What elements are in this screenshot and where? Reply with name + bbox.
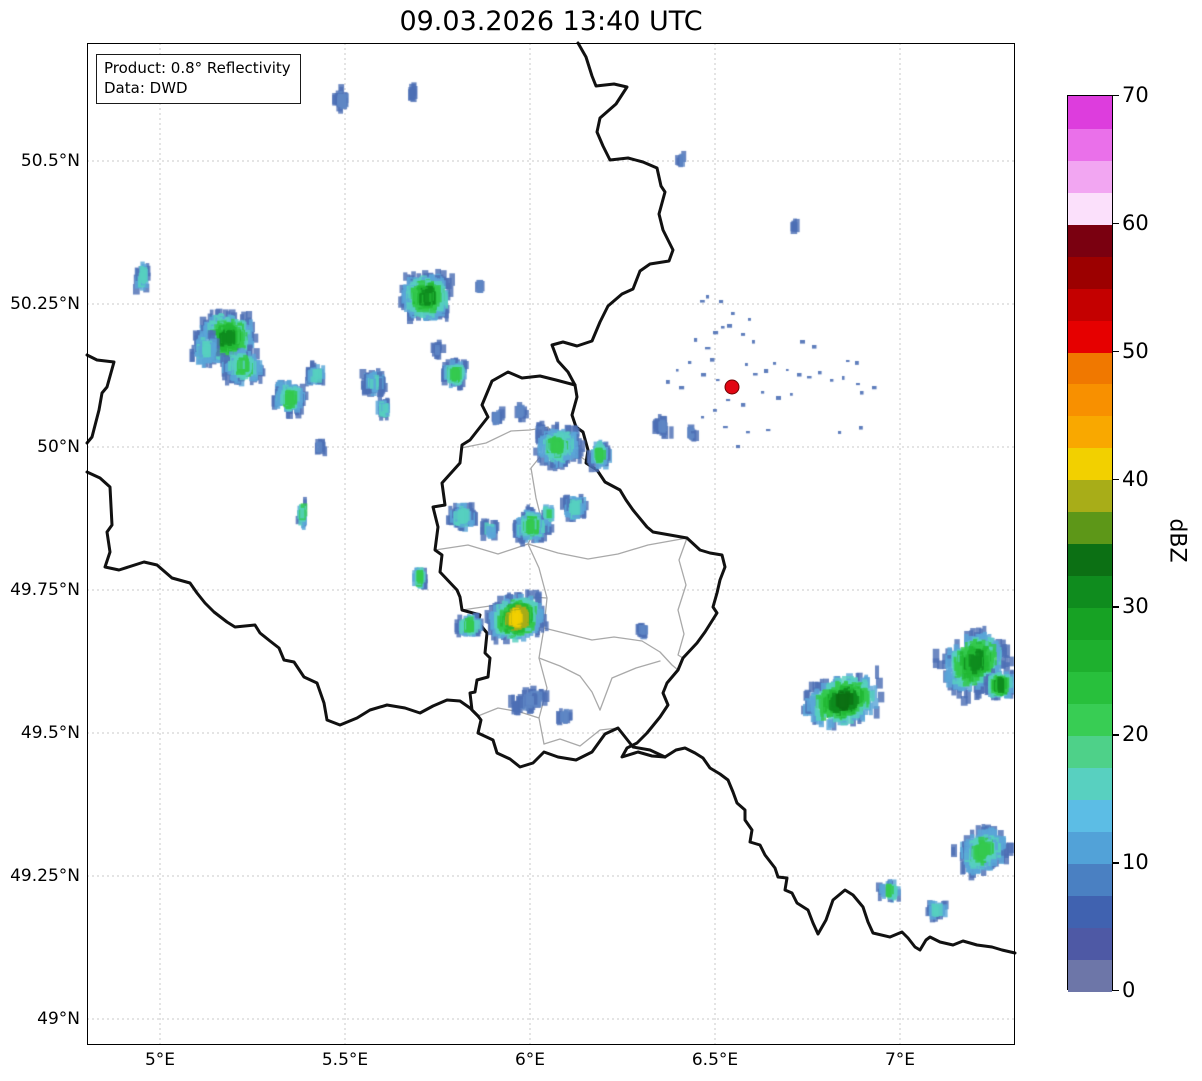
colorbar-segment [1068,96,1112,129]
y-tick-label: 49.5°N [21,723,80,743]
x-tick-label: 6.5°E [692,1050,738,1070]
colorbar-segment [1068,448,1112,481]
colorbar-segment [1068,288,1112,321]
colorbar-segment [1068,959,1112,992]
colorbar-segment [1068,320,1112,353]
colorbar-tick [1112,990,1119,991]
colorbar-segment [1068,703,1112,736]
colorbar-tick-label: 60 [1122,211,1149,235]
colorbar-segment [1068,799,1112,832]
colorbar-segment [1068,544,1112,577]
colorbar-segment [1068,160,1112,193]
colorbar-segment [1068,831,1112,864]
colorbar-segment [1068,575,1112,608]
colorbar-axis-label: dBZ [1165,480,1190,600]
colorbar-tick-label: 30 [1122,594,1149,618]
colorbar-tick [1112,606,1119,607]
y-tick-label: 50.5°N [21,151,80,171]
x-tick-label: 6°E [515,1050,545,1070]
colorbar-tick [1112,862,1119,863]
colorbar-segment [1068,224,1112,257]
y-tick-label: 49°N [37,1009,80,1029]
colorbar-tick [1112,734,1119,735]
radar-figure: 09.03.2026 13:40 UTC Product: 0.8° Refle… [0,0,1202,1081]
colorbar-segment [1068,607,1112,640]
y-tick-label: 50°N [37,437,80,457]
colorbar-tick-label: 0 [1122,978,1135,1002]
colorbar-segment [1068,128,1112,161]
data-source-line: Data: DWD [104,78,291,98]
colorbar-segment [1068,895,1112,928]
colorbar-segment [1068,384,1112,417]
y-tick-label: 49.75°N [10,580,80,600]
x-tick-label: 5°E [145,1050,175,1070]
product-info-box: Product: 0.8° Reflectivity Data: DWD [96,54,301,104]
radar-echo-layer [0,0,1202,1081]
colorbar [1067,95,1113,990]
colorbar-tick-label: 10 [1122,850,1149,874]
x-tick-label: 7°E [885,1050,915,1070]
colorbar-segment [1068,352,1112,385]
colorbar-segment [1068,192,1112,225]
x-tick-label: 5.5°E [322,1050,368,1070]
colorbar-segment [1068,256,1112,289]
y-tick-label: 50.25°N [10,294,80,314]
colorbar-segment [1068,863,1112,896]
colorbar-tick-label: 70 [1122,83,1149,107]
colorbar-segment [1068,671,1112,704]
colorbar-segment [1068,639,1112,672]
colorbar-tick-label: 20 [1122,722,1149,746]
colorbar-segment [1068,416,1112,449]
colorbar-segment [1068,512,1112,545]
colorbar-segment [1068,735,1112,768]
colorbar-tick [1112,95,1119,96]
colorbar-tick [1112,223,1119,224]
colorbar-tick-label: 50 [1122,339,1149,363]
product-line: Product: 0.8° Reflectivity [104,58,291,78]
colorbar-tick [1112,479,1119,480]
colorbar-tick [1112,351,1119,352]
radar-site-marker [725,380,740,395]
colorbar-segment [1068,927,1112,960]
colorbar-segment [1068,767,1112,800]
colorbar-tick-label: 40 [1122,467,1149,491]
y-tick-label: 49.25°N [10,866,80,886]
colorbar-segment [1068,480,1112,513]
